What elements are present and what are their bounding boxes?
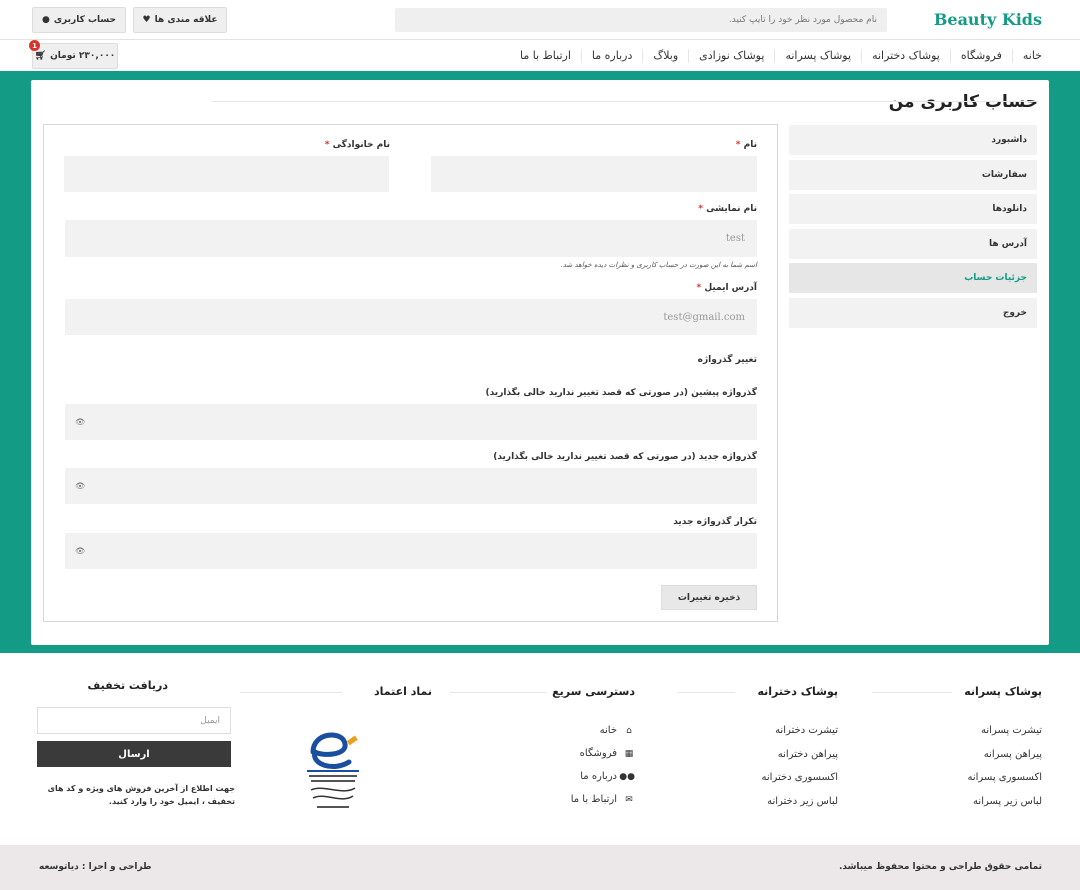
footer-quick-link-contact[interactable]: ✉ ارتباط با ما [571, 794, 635, 805]
new-password-label: گذرواژه جدید (در صورتی که قصد تغییر ندار… [493, 452, 757, 462]
eye-icon[interactable]: 👁︎ [75, 418, 85, 427]
footer-quick-link-home[interactable]: ⌂ خانه [600, 725, 635, 736]
nav-home[interactable]: خانه [1011, 48, 1042, 63]
nav-about[interactable]: درباره ما [580, 48, 642, 63]
wishlist-label: علاقه مندی ها [154, 15, 218, 25]
required-mark: * [698, 204, 703, 214]
footer-link-label: خانه [599, 725, 617, 736]
footer-link[interactable]: اکسسوری پسرانه [967, 772, 1042, 783]
display-name-value: test [725, 233, 745, 244]
footer-quick-title: دسترسی سریع [552, 685, 635, 698]
footer-link[interactable]: لباس زیر دخترانه [767, 796, 838, 807]
footer-boys-title: پوشاک پسرانه [964, 685, 1042, 698]
last-name-label-text: نام خانوادگی [332, 140, 390, 150]
confirm-password-field[interactable]: 👁︎ [65, 533, 757, 569]
last-name-field[interactable] [64, 156, 389, 192]
newsletter-note: جهت اطلاع از آخرین فروش های ویژه و کد ها… [47, 784, 235, 806]
display-name-hint: اسم شما به این صورت در حساب کاربری و نظر… [560, 261, 758, 269]
newsletter-send-button[interactable]: ارسال [37, 741, 231, 767]
sidebar-item-orders[interactable]: سفارشات [789, 159, 1037, 190]
current-password-field[interactable]: 👁︎ [65, 404, 757, 440]
cart-button[interactable]: ۲۳۰,۰۰۰ تومان 🛒︎ 1 [29, 40, 118, 69]
users-icon: ●● [619, 771, 635, 782]
search-input[interactable] [395, 8, 887, 32]
wishlist-button[interactable]: علاقه مندی ها ♥ [133, 7, 227, 33]
designer-credit: طراحی و اجرا : دیاتوسعه [39, 862, 152, 872]
footer-link[interactable]: لباس زیر پسرانه [973, 796, 1042, 807]
newsletter-email-input[interactable]: ایمیل [37, 707, 231, 734]
footer-divider [240, 692, 342, 693]
required-mark: * [735, 140, 741, 150]
first-name-field[interactable] [431, 156, 757, 192]
footer-newsletter-title: دریافت تخفیف [87, 679, 168, 692]
footer-divider [678, 692, 735, 693]
display-name-field[interactable]: test [65, 220, 757, 257]
confirm-password-label: تکرار گذرواژه جدید [673, 517, 757, 527]
footer-girls-title: پوشاک دخترانه [757, 685, 838, 698]
first-name-label-text: نام [743, 140, 757, 150]
nav-baby[interactable]: پوشاک نوزادی [688, 48, 774, 63]
nav-girls[interactable]: پوشاک دخترانه [861, 48, 950, 63]
site-logo[interactable]: Beauty Kids [934, 10, 1042, 29]
copyright-text: تمامی حقوق طراحی و محتوا محفوظ میباشد. [838, 862, 1042, 872]
footer-link[interactable]: تیشرت دخترانه [775, 725, 838, 736]
sidebar-item-account-details[interactable]: جزئیات حساب [789, 263, 1037, 293]
main-nav: خانه فروشگاه پوشاک دخترانه پوشاک پسرانه … [510, 40, 1042, 71]
footer-link[interactable]: پیراهن دخترانه [778, 749, 838, 760]
footer-link-label: درباره ما [580, 771, 617, 782]
current-password-label: گذرواژه پیشین (در صورتی که قصد تغییر ندا… [485, 388, 758, 398]
email-field[interactable]: test@gmail.com [65, 299, 757, 335]
eye-icon[interactable]: 👁︎ [75, 547, 85, 556]
envelope-icon: ✉ [625, 794, 633, 805]
display-name-label-text: نام نمایشی [706, 204, 757, 214]
nav-boys[interactable]: پوشاک پسرانه [774, 48, 861, 63]
account-sidebar: داشبورد سفارشات دانلودها آدرس ها جزئیات … [789, 125, 1037, 332]
email-label-text: آدرس ایمیل [704, 283, 757, 293]
new-password-field[interactable]: 👁︎ [65, 468, 757, 504]
footer-quick-link-shop[interactable]: ▦ فروشگاه [580, 748, 635, 759]
enamad-trust-seal[interactable] [303, 722, 363, 814]
sidebar-item-dashboard[interactable]: داشبورد [789, 125, 1037, 155]
footer-divider [450, 692, 546, 693]
email-label: آدرس ایمیل * [696, 283, 757, 293]
required-mark: * [324, 140, 330, 150]
footer-link[interactable]: اکسسوری دخترانه [762, 772, 838, 783]
last-name-label: نام خانوادگی * [325, 140, 390, 150]
footer-divider [872, 692, 952, 693]
sidebar-item-logout[interactable]: خروج [789, 297, 1037, 328]
account-label: حساب کاربری [53, 15, 117, 25]
sidebar-item-downloads[interactable]: دانلودها [789, 194, 1037, 224]
required-mark: * [696, 283, 702, 293]
password-section-title: تغییر گذرواژه [697, 355, 757, 365]
home-icon: ⌂ [626, 725, 632, 736]
footer-link[interactable]: پیراهن پسرانه [984, 749, 1042, 760]
eye-icon[interactable]: 👁︎ [75, 482, 85, 491]
cart-icon: 🛒︎ [34, 51, 47, 61]
nav-blog[interactable]: وبلاگ [642, 48, 688, 63]
save-changes-button[interactable]: ذخیره تغییرات [661, 585, 757, 610]
account-button[interactable]: حساب کاربری ● [32, 7, 126, 33]
user-icon: ● [41, 15, 50, 25]
cart-total: ۲۳۰,۰۰۰ تومان [50, 51, 116, 61]
footer-trust-title: نماد اعتماد [373, 685, 432, 698]
footer-link[interactable]: تیشرت پسرانه [981, 725, 1042, 736]
footer-link-label: ارتباط با ما [570, 794, 617, 805]
sidebar-item-addresses[interactable]: آدرس ها [789, 228, 1037, 259]
first-name-label: نام * [736, 140, 757, 150]
nav-contact[interactable]: ارتباط با ما [510, 49, 581, 63]
footer-link-label: فروشگاه [579, 748, 617, 759]
cart-count-badge: 1 [29, 40, 40, 51]
display-name-label: نام نمایشی * [698, 204, 757, 214]
main-navbar: خانه فروشگاه پوشاک دخترانه پوشاک پسرانه … [0, 40, 1080, 71]
title-divider [212, 101, 1038, 102]
page-title: حساب کاربری من [888, 92, 1038, 112]
email-value: test@gmail.com [663, 311, 745, 323]
top-header: Beauty Kids علاقه مندی ها ♥ حساب کاربری … [0, 0, 1080, 40]
store-icon: ▦ [624, 748, 634, 759]
heart-icon: ♥ [142, 15, 151, 25]
nav-shop[interactable]: فروشگاه [949, 48, 1012, 63]
footer-quick-link-about[interactable]: ●● درباره ما [580, 771, 635, 782]
